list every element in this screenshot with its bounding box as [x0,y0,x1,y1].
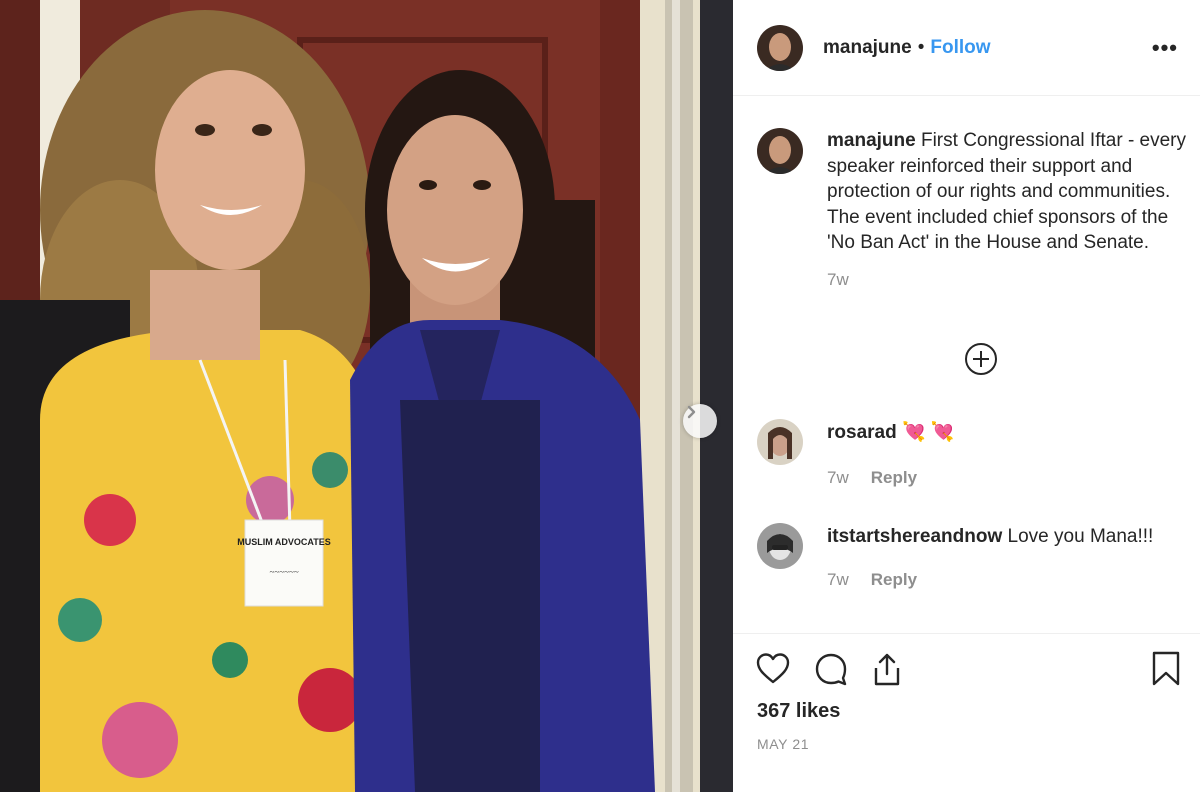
comment-body: itstartshereandnow Love you Mana!!! [827,523,1187,550]
comment-item: rosarad 💘 💘 7w Reply [757,419,1187,488]
post-side-panel: manajune • Follow ••• manajune First Con… [733,0,1200,792]
comment-meta: 7w Reply [827,570,1187,590]
share-icon[interactable] [869,651,905,687]
more-options-button[interactable]: ••• [1152,35,1178,61]
reply-button[interactable]: Reply [871,468,917,488]
svg-text:~~~~~~: ~~~~~~ [269,567,298,577]
chevron-right-icon [687,405,696,419]
caption-avatar[interactable] [757,128,803,174]
plus-circle-icon[interactable] [964,342,998,376]
comment-age[interactable]: 7w [827,468,849,488]
comment-meta: 7w Reply [827,468,1187,488]
heart-icon[interactable] [755,651,791,687]
comments-section: manajune First Congressional Iftar - eve… [733,97,1200,633]
post-actions-section: 367 likes MAY 21 [733,633,1200,792]
comment-username[interactable]: itstartshereandnow [827,526,1002,547]
caption-age[interactable]: 7w [827,270,849,290]
next-photo-button[interactable] [683,404,717,438]
caption: manajune First Congressional Iftar - eve… [757,128,1187,290]
comment-age[interactable]: 7w [827,570,849,590]
bookmark-icon[interactable] [1151,651,1181,687]
likes-count[interactable]: 367 likes [757,700,840,723]
comment-body: rosarad 💘 💘 [827,419,1187,446]
caption-username[interactable]: manajune [827,130,916,151]
author-avatar[interactable] [757,24,803,71]
photo-illustration: MUSLIM ADVOCATES ~~~~~~ [0,0,733,792]
caption-body: manajune First Congressional Iftar - eve… [827,128,1187,256]
comment-text: 💘 💘 [901,422,955,443]
comment-icon[interactable] [813,651,849,687]
badge-text: MUSLIM ADVOCATES [237,537,331,547]
comment-username[interactable]: rosarad [827,422,897,443]
post-header: manajune • Follow ••• [733,0,1200,96]
reply-button[interactable]: Reply [871,570,917,590]
post-date[interactable]: MAY 21 [757,736,809,752]
post-photo: MUSLIM ADVOCATES ~~~~~~ [0,0,733,792]
commenter-avatar[interactable] [757,523,803,569]
comment-item: itstartshereandnow Love you Mana!!! 7w R… [757,523,1187,590]
header-separator: • [917,36,925,58]
comment-text: Love you Mana!!! [1007,526,1154,547]
caption-meta: 7w [827,270,1187,290]
action-bar [755,651,1181,687]
commenter-avatar[interactable] [757,419,803,465]
author-username[interactable]: manajune [823,37,912,59]
follow-button[interactable]: Follow [930,37,990,59]
